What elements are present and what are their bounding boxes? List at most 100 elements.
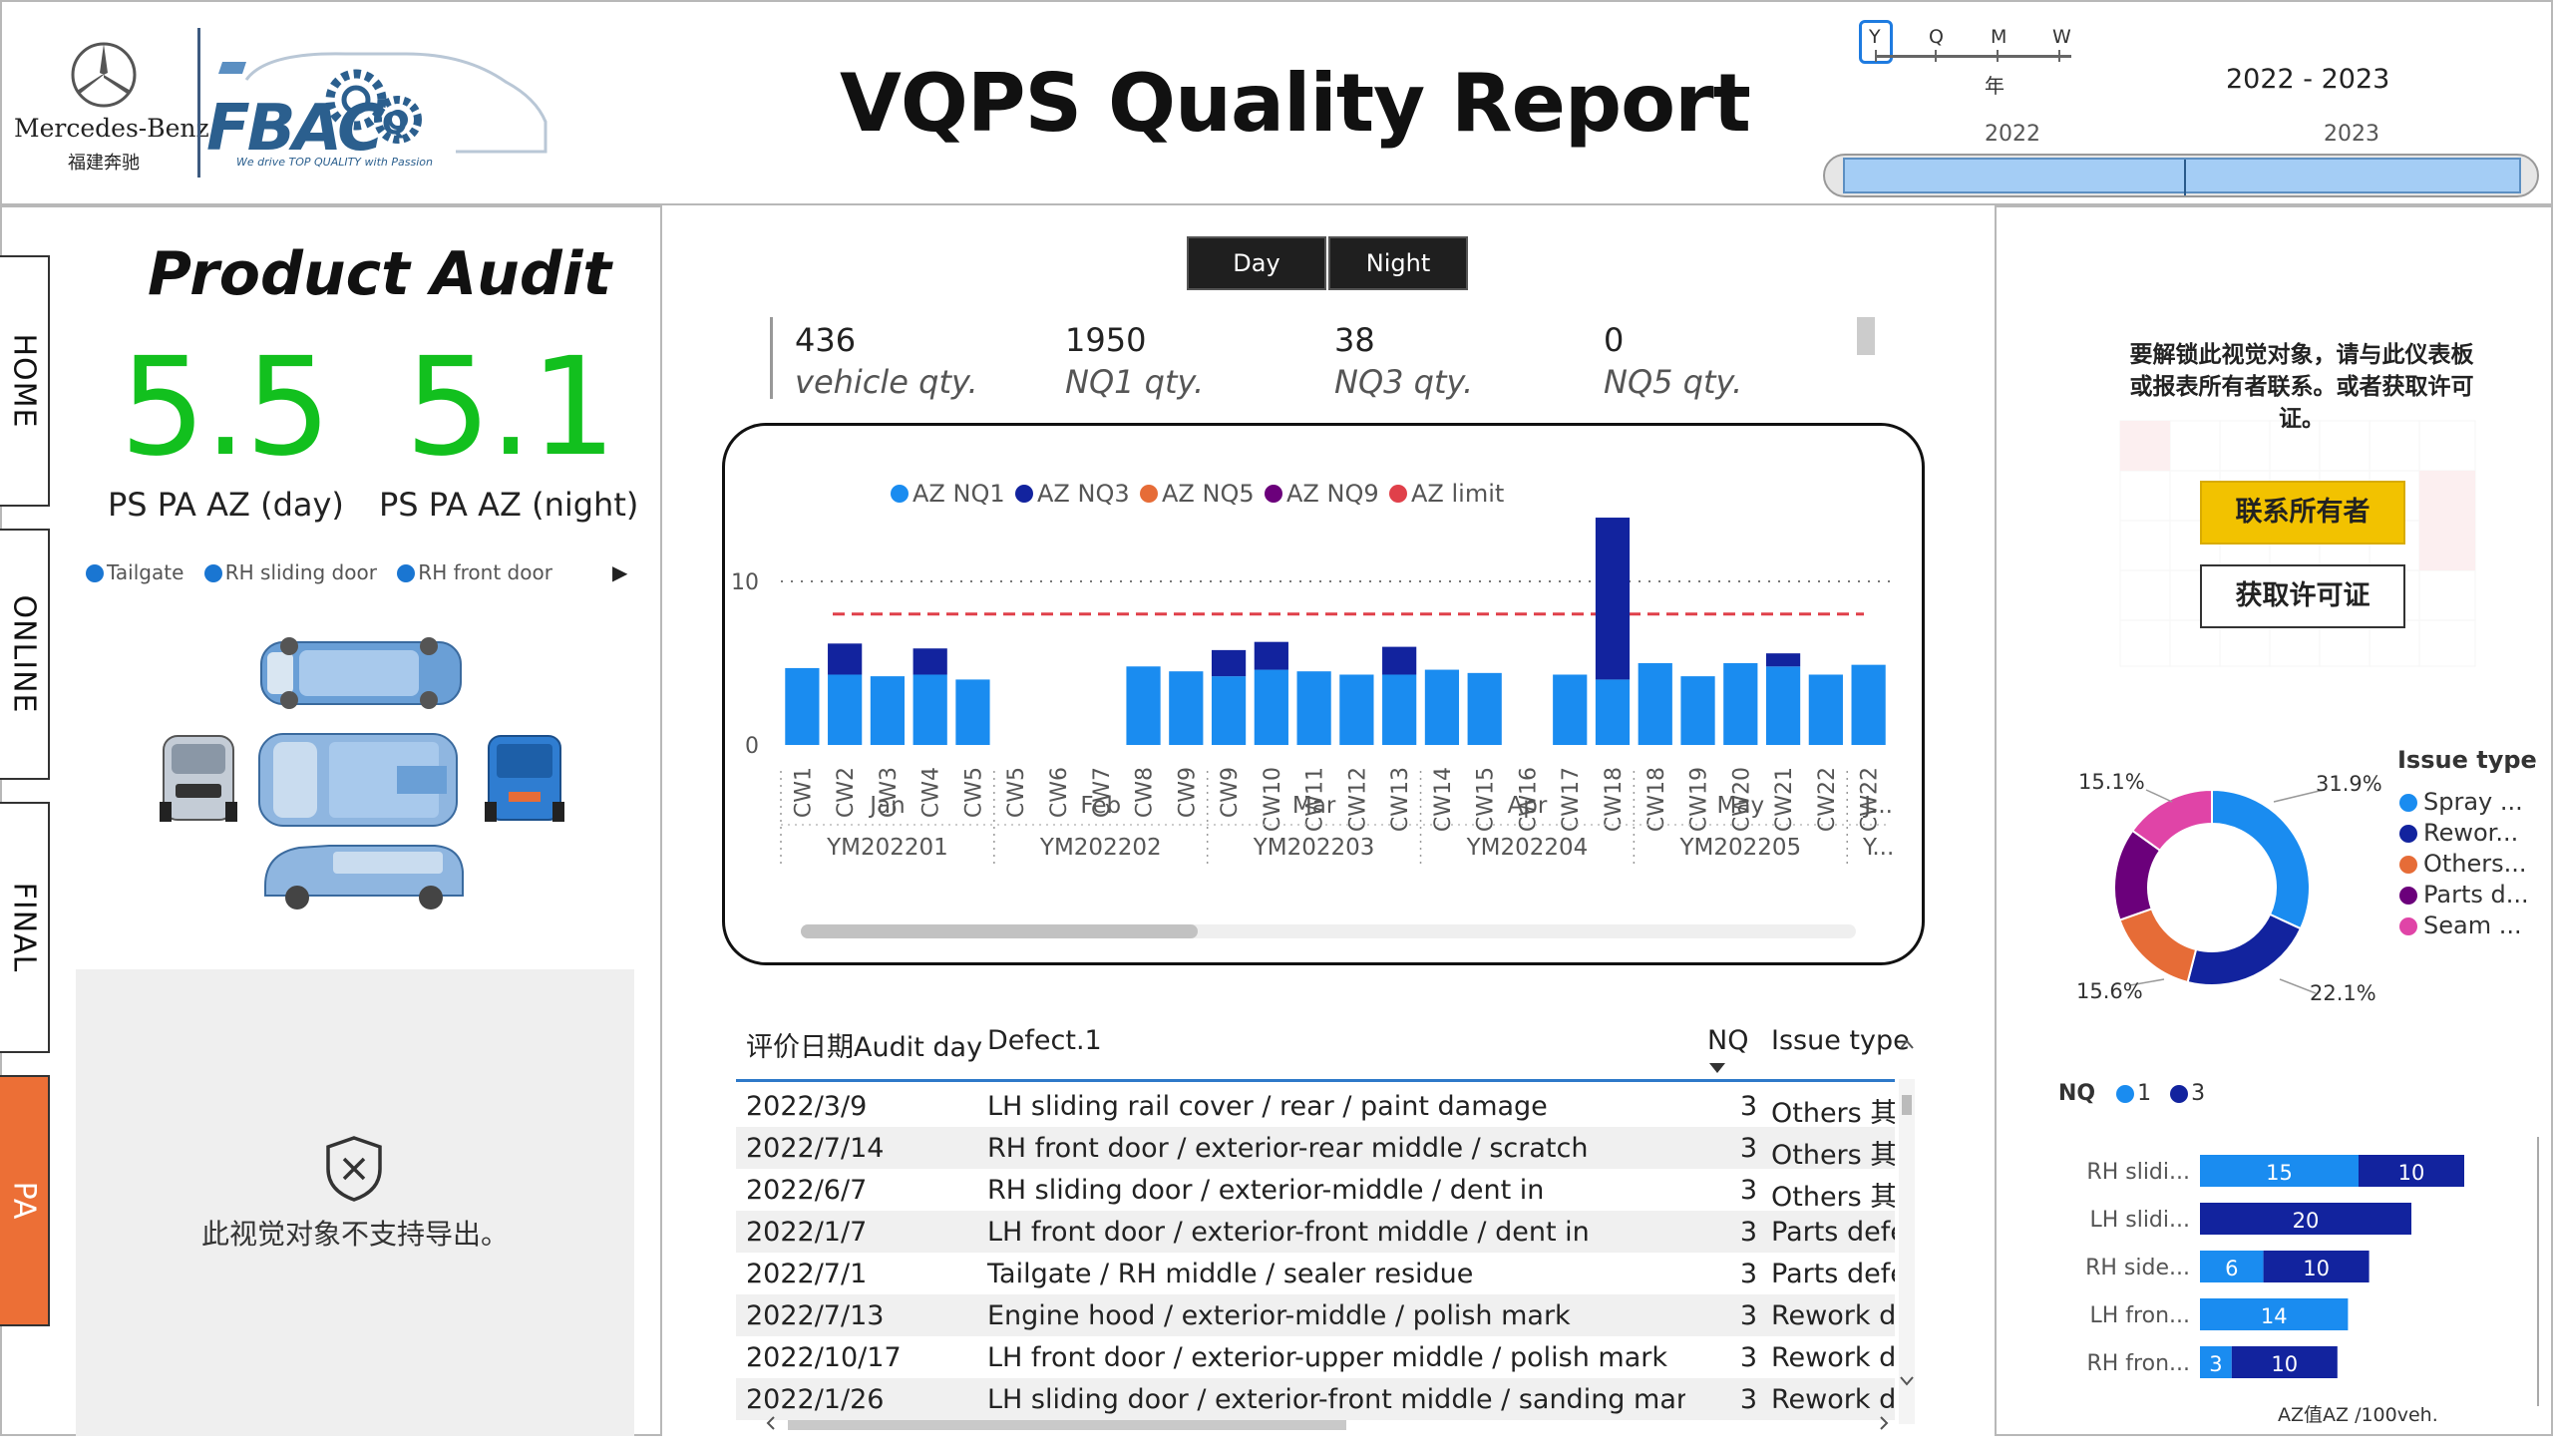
nq3-bar-value: 10 [2303,1257,2330,1280]
table-row[interactable]: 2022/6/7 RH sliding door / exterior-middl… [736,1169,1895,1211]
legend-item[interactable]: Tailgate [86,560,183,584]
nq1-bar-value: 15 [2266,1161,2293,1185]
column-header-nq[interactable]: NQ [1707,1025,1748,1056]
table-row[interactable]: 2022/1/7 LH front door / exterior-front m… [736,1211,1895,1253]
legend-next-arrow-icon[interactable]: ▶ [612,560,627,584]
chart-legend-dot [891,485,909,503]
legend-item[interactable]: RH front door [397,560,552,584]
stats-divider [770,317,773,399]
x-tick-label: CW19 [1687,767,1712,832]
stat-nq5-qty-value: 0 [1604,321,1625,359]
stat-nq5-qty-label: NQ5 qty. [1604,363,1743,401]
x-tick-label: CW9 [1175,767,1200,818]
x-tick-label: CW5 [1004,767,1029,818]
bar-az-nq1 [912,674,947,745]
table-horizontal-scroll-thumb[interactable] [788,1420,1346,1430]
kpi-day-label: PS PA AZ (day) [108,486,344,524]
legend-dot [2399,917,2417,935]
bar-az-nq1 [1467,672,1502,745]
donut-legend-item[interactable]: Others... [2399,850,2527,878]
cell-defect: Tailgate / RH middle / sealer residue [987,1259,1474,1289]
bar-az-nq1 [1339,674,1374,745]
shift-day-button[interactable]: Day [1187,236,1326,290]
bar-az-nq1 [1382,674,1417,745]
nq-legend-3[interactable]: 3 [2191,1081,2205,1106]
table-vertical-scrollbar[interactable] [1899,1079,1915,1424]
kpi-night-value: 5.1 [405,329,616,487]
nq1-bar-value: 3 [2209,1352,2222,1376]
period-option-month[interactable]: M [1991,26,2006,48]
bar-az-nq3 [912,648,947,675]
column-header-defect[interactable]: Defect.1 [987,1025,1102,1056]
timeline-selection[interactable] [1843,158,2521,195]
x-month-label: J... [1862,793,1893,819]
column-header-audit-day[interactable]: 评价日期Audit day [746,1025,982,1064]
scroll-left-icon[interactable] [766,1416,776,1430]
table-vertical-scroll-thumb[interactable] [1902,1095,1912,1115]
az-weekly-chart: AZ NQ1 AZ NQ3 AZ NQ5 AZ NQ9 AZ limit 0 10 CW1 CW… [722,423,1925,965]
x-tick-label: CW14 [1431,767,1456,832]
donut-legend-item[interactable]: Rewor... [2399,819,2518,847]
nq-legend-title: NQ [2058,1081,2096,1106]
donut-slice [2186,912,2303,986]
table-row[interactable]: 2022/7/14 RH front door / exterior-rear m… [736,1127,1895,1169]
chart-legend-label: AZ NQ9 [1286,480,1379,508]
nav-tab-home[interactable]: HOME [0,255,50,507]
nq-legend-1[interactable]: 1 [2137,1081,2151,1106]
chart-legend-dot [1265,485,1282,503]
bar-az-nq1 [870,676,906,745]
sort-desc-icon[interactable] [1709,1063,1725,1073]
column-header-issue-type[interactable]: Issue type [1771,1025,1910,1056]
cell-nq: 3 [1739,1133,1757,1164]
nq-legend: NQ 1 3 [2058,1081,2205,1106]
scroll-down-icon[interactable] [1900,1376,1914,1386]
shift-night-button[interactable]: Night [1328,236,1468,290]
fbac-logo: Q FBAC We drive TOP QUALITY with Passion [206,42,555,182]
nav-tab-final[interactable]: FINAL [0,802,50,1053]
cell-nq: 3 [1739,1300,1757,1331]
table-row[interactable]: 2022/7/13 Engine hood / exterior-middle /… [736,1294,1895,1336]
timeline-slider[interactable] [1823,154,2539,197]
legend-dot [2399,887,2417,905]
donut-legend-label: Parts d... [2423,881,2529,909]
x-tick-label: CW5 [961,767,986,818]
donut-legend-item[interactable]: Parts d... [2399,881,2529,909]
cell-defect: Engine hood / exterior-middle / polish m… [987,1300,1571,1331]
bar-az-nq1 [1553,674,1588,745]
period-option-week[interactable]: W [2052,26,2071,48]
get-license-button[interactable]: 获取许可证 [2200,564,2405,628]
donut-legend-label: Seam ... [2423,911,2522,939]
x-month-label: Mar [1292,793,1336,819]
table-row[interactable]: 2022/3/9 LH sliding rail cover / rear / p… [736,1085,1895,1127]
nq-chart-scrollbar[interactable] [2537,1137,2539,1406]
header-underline [736,1079,1895,1082]
table-row[interactable]: 2022/7/1 Tailgate / RH middle / sealer re… [736,1253,1895,1294]
cell-issue-type: Others 其他 [1771,1182,1895,1211]
locked-visual-message: 要解锁此视觉对象，请与此仪表板或报表所有者联系。或者获取许可证。 [2129,342,2474,433]
scroll-up-icon[interactable] [1900,1039,1914,1049]
x-yearmonth-label: Y... [1862,835,1894,861]
donut-legend-item[interactable]: Spray ... [2399,788,2523,816]
kpi-night-label: PS PA AZ (night) [379,486,639,524]
nq-row-label: LH fron... [2090,1303,2190,1328]
legend-item[interactable]: RH sliding door [203,560,377,584]
donut-pct-label: 31.9% [2316,772,2382,796]
x-yearmonth-label: YM202202 [1039,835,1162,861]
x-yearmonth-label: YM202201 [826,835,948,861]
donut-legend-item[interactable]: Seam ... [2399,911,2522,939]
nav-tab-online[interactable]: ONLINE [0,529,50,780]
period-option-quarter[interactable]: Q [1929,26,1944,48]
contact-owner-button[interactable]: 联系所有者 [2200,481,2405,545]
chart-legend-label: AZ limit [1411,480,1504,508]
period-caption: 年 [1985,74,2005,98]
stats-scrollbar[interactable] [1857,317,1875,355]
table-row[interactable]: 2022/10/17 LH front door / exterior-upper… [736,1336,1895,1378]
cell-audit-day: 2022/10/17 [746,1342,902,1373]
period-option-year[interactable]: Y [1869,26,1881,48]
legend-label: Tailgate [107,560,184,584]
nav-tab-pa[interactable]: PA [0,1075,50,1326]
table-horizontal-scrollbar[interactable] [766,1412,1893,1432]
period-selector[interactable]: Y Q M W 年 [1855,18,2094,98]
cell-nq: 3 [1739,1217,1757,1248]
scroll-right-icon[interactable] [1879,1416,1889,1430]
